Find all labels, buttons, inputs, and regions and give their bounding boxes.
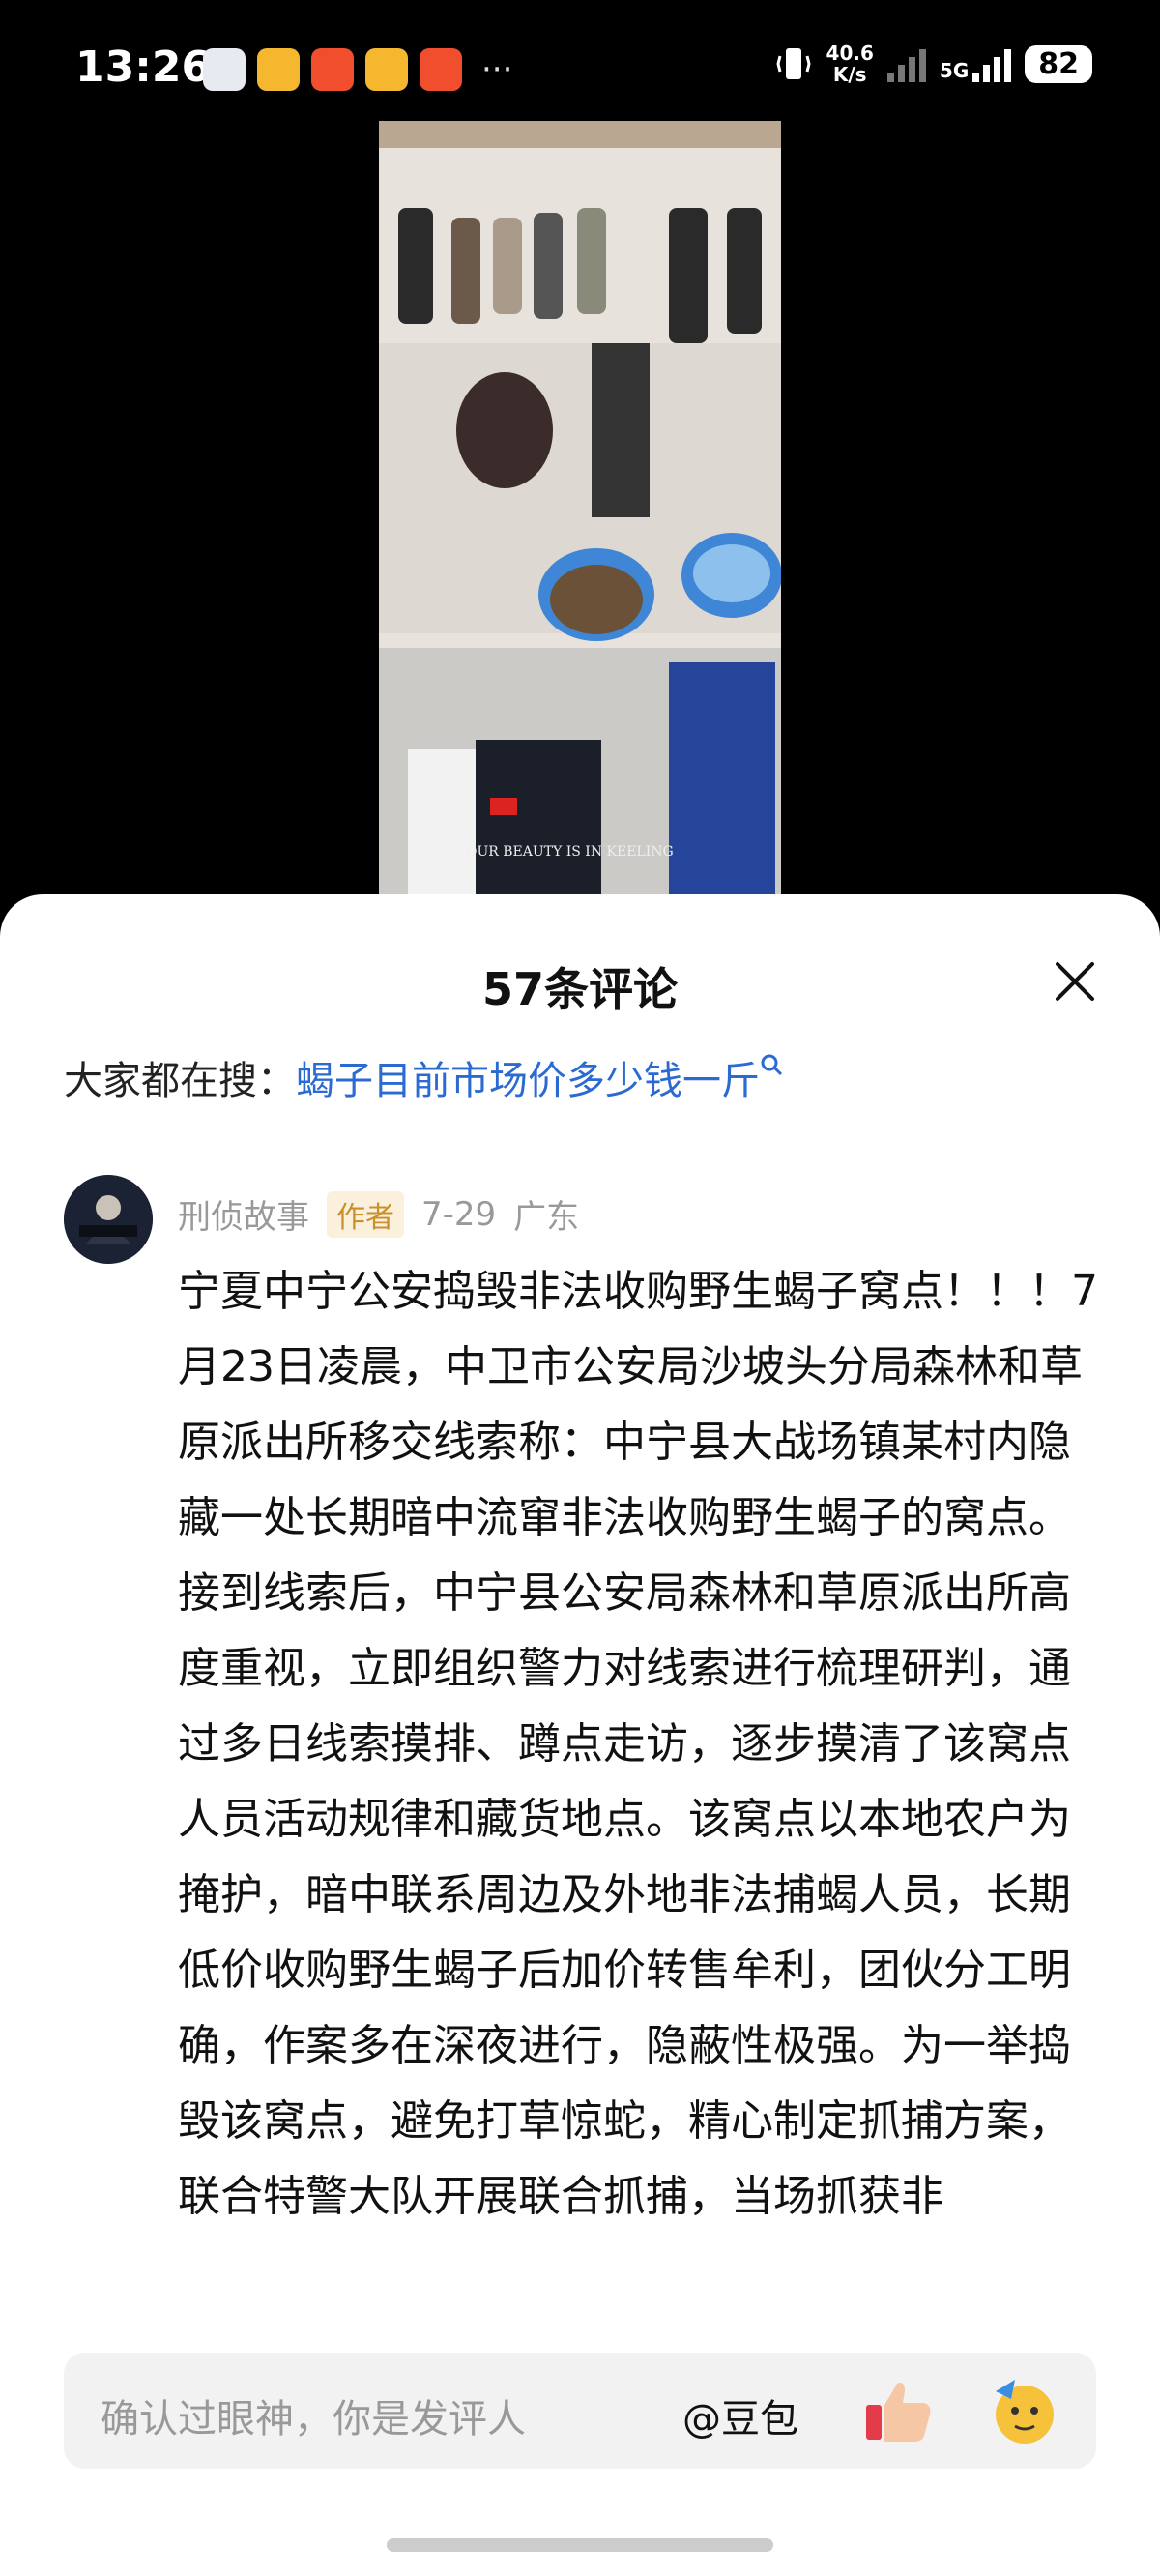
- video-preview[interactable]: OUR BEAUTY IS IN KEELING: [379, 121, 781, 902]
- comment-location: 广东: [513, 1198, 580, 1237]
- network-type: 5G: [939, 59, 970, 82]
- video-frame-image: OUR BEAUTY IS IN KEELING: [379, 121, 781, 902]
- trending-search-link[interactable]: 蝎子目前市场价多少钱一斤: [296, 1059, 760, 1103]
- signal-icon: [972, 45, 1012, 82]
- comment-author[interactable]: 刑侦故事: [178, 1190, 309, 1238]
- weibo-icon: [257, 48, 300, 91]
- more-notifications-icon: ···: [481, 50, 513, 89]
- trending-search-row: 大家都在搜：蝎子目前市场价多少钱一斤: [64, 1049, 785, 1105]
- trending-search-label: 大家都在搜：: [64, 1059, 296, 1103]
- search-icon[interactable]: [760, 1053, 785, 1082]
- comment-text[interactable]: 宁夏中宁公安捣毁非法收购野生蝎子窝点！！！7月23日凌晨，中卫市公安局沙坡头分局…: [178, 1254, 1108, 2308]
- speed-value: 40.6: [826, 42, 874, 65]
- avatar[interactable]: [64, 1175, 153, 1264]
- comment-input[interactable]: 确认过眼神，你是发评人 @豆包: [64, 2353, 1096, 2469]
- status-time: 13:26: [75, 43, 212, 92]
- home-indicator[interactable]: [387, 2538, 773, 2552]
- thumbs-up-emoji-icon[interactable]: [862, 2374, 936, 2447]
- vibrate-icon: [776, 48, 811, 79]
- speed-unit: K/s: [832, 63, 867, 86]
- app-notification-icon: [420, 48, 462, 91]
- mention-doubao-button[interactable]: @豆包: [682, 2387, 798, 2444]
- comments-sheet: 57条评论 大家都在搜：蝎子目前市场价多少钱一斤 刑侦故事 作者 7-29 广东…: [0, 894, 1160, 2576]
- author-badge: 作者: [327, 1190, 404, 1238]
- app-notification-icon: [311, 48, 354, 91]
- weibo-icon: [365, 48, 408, 91]
- signal-icon: [886, 45, 926, 82]
- video-caption: OUR BEAUTY IS IN KEELING: [466, 844, 674, 860]
- network-speed: 40.6 K/s: [826, 43, 874, 85]
- comment-input-placeholder: 确认过眼神，你是发评人: [101, 2397, 526, 2442]
- close-icon[interactable]: [1052, 958, 1098, 1005]
- battery-indicator: 82: [1025, 44, 1092, 83]
- notification-icons: ···: [203, 48, 512, 91]
- comment-meta: 刑侦故事 作者 7-29 广东: [178, 1190, 579, 1238]
- app-notification-icon: [203, 48, 246, 91]
- comment-date: 7-29: [421, 1194, 497, 1234]
- comments-count-title: 57条评论: [481, 963, 678, 1015]
- party-face-emoji-icon[interactable]: [986, 2374, 1059, 2447]
- status-bar: 13:26 ··· 40.6 K/s 5G 82: [0, 0, 1160, 135]
- avatar-image: [64, 1175, 153, 1264]
